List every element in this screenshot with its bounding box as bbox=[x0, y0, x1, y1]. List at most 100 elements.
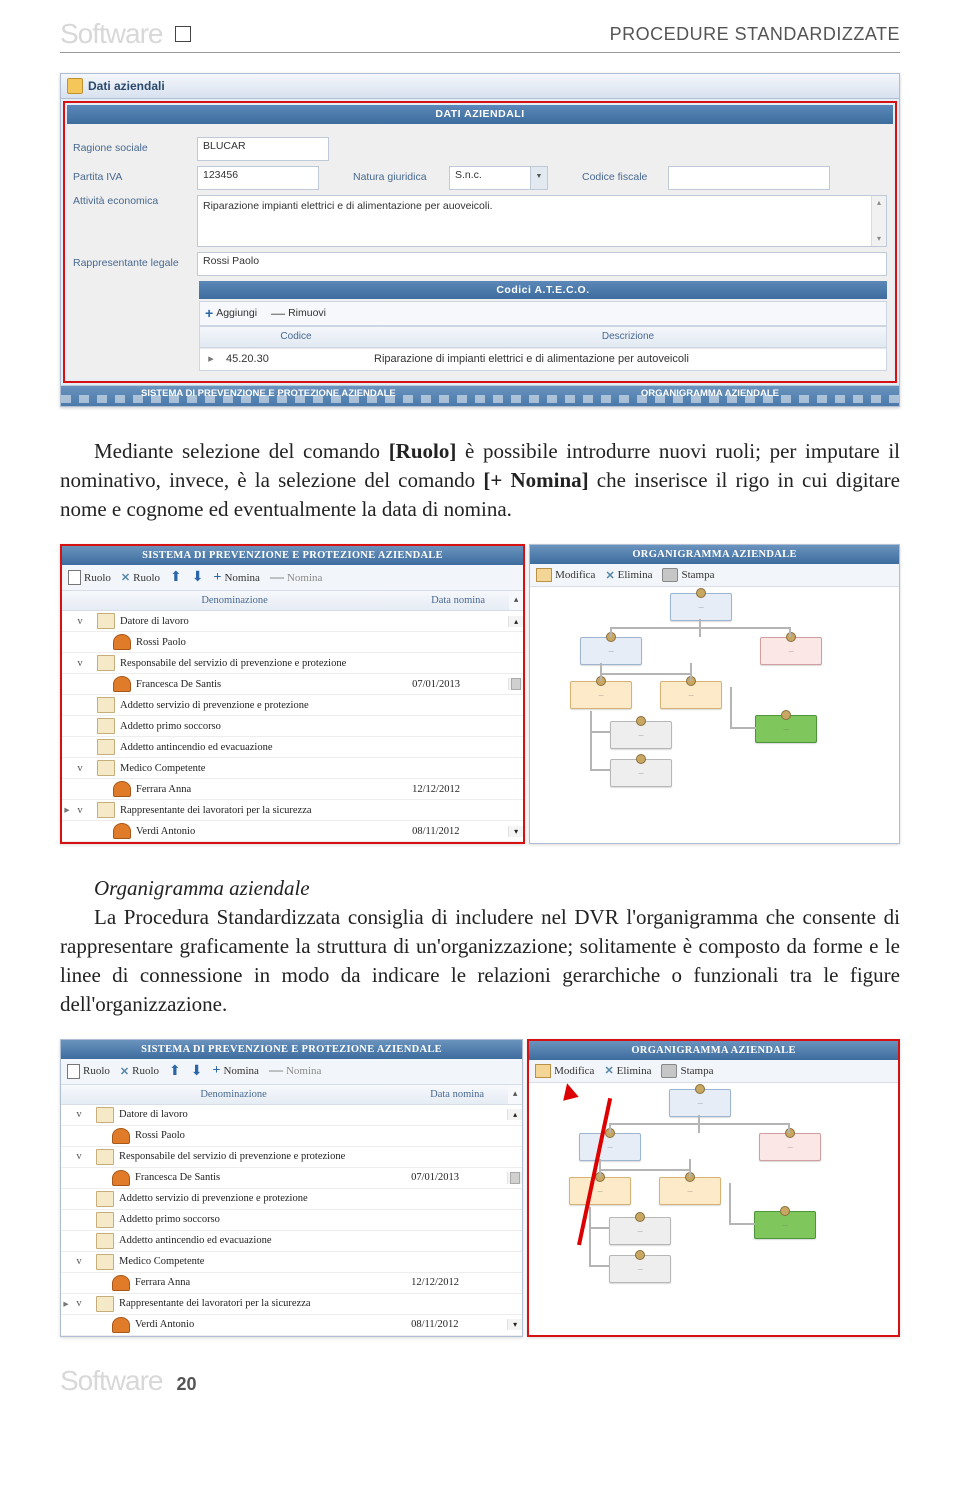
org-node[interactable]: — bbox=[660, 681, 722, 709]
expand-icon[interactable]: v bbox=[71, 1151, 87, 1162]
footer-brand: Software bbox=[60, 1367, 163, 1395]
org-node[interactable]: — bbox=[609, 1255, 671, 1283]
scrollbar[interactable]: ▴ bbox=[507, 1109, 522, 1120]
ruolo-delete-button[interactable]: ✕ Ruolo bbox=[120, 1065, 159, 1078]
col-sort-icon[interactable]: ▴ bbox=[508, 1085, 522, 1104]
scrollbar[interactable] bbox=[507, 1172, 522, 1184]
expand-icon[interactable]: v bbox=[71, 1256, 87, 1267]
org-node[interactable]: — bbox=[760, 637, 822, 665]
move-down-button[interactable]: ⬇ bbox=[191, 1063, 203, 1080]
tree-row[interactable]: ▸vRappresentante dei lavoratori per la s… bbox=[62, 800, 523, 821]
modifica-button[interactable]: Modifica bbox=[536, 568, 595, 582]
tree-row[interactable]: vDatore di lavoro▴ bbox=[61, 1105, 522, 1126]
org-node[interactable]: — bbox=[755, 715, 817, 743]
tree-row[interactable]: Addetto servizio di prevenzione e protez… bbox=[62, 695, 523, 716]
ruolo-new-button[interactable]: Ruolo bbox=[68, 570, 111, 585]
org-node[interactable]: — bbox=[569, 1177, 631, 1205]
col-sort-icon[interactable]: ▴ bbox=[509, 591, 523, 610]
org-node[interactable]: — bbox=[759, 1133, 821, 1161]
move-up-button[interactable]: ⬆ bbox=[169, 1063, 181, 1080]
tree-row[interactable]: Ferrara Anna12/12/2012 bbox=[61, 1273, 522, 1294]
expand-icon[interactable]: v bbox=[71, 1109, 87, 1120]
input-ragione-sociale[interactable]: BLUCAR bbox=[197, 137, 329, 161]
elimina-button[interactable]: ✕ Elimina bbox=[605, 569, 652, 582]
tree-row[interactable]: Francesca De Santis07/01/2013 bbox=[61, 1168, 522, 1189]
brand-text: Software bbox=[60, 18, 163, 49]
scroll-down-icon[interactable]: ▾ bbox=[877, 234, 881, 244]
input-rappresentante-legale[interactable]: Rossi Paolo bbox=[197, 252, 887, 276]
dropdown-arrow-icon[interactable]: ▼ bbox=[531, 166, 548, 190]
scrollbar[interactable]: ▾ bbox=[508, 826, 523, 837]
tree-row[interactable]: Addetto antincendio ed evacuazione bbox=[62, 737, 523, 758]
ruolo-delete-button[interactable]: ✕ Ruolo bbox=[121, 571, 160, 584]
row-date bbox=[408, 723, 508, 729]
scrollbar[interactable]: ▴ bbox=[508, 616, 523, 627]
org-node[interactable]: — bbox=[610, 721, 672, 749]
page-title: PROCEDURE STANDARDIZZATE bbox=[610, 24, 900, 45]
move-up-button[interactable]: ⬆ bbox=[170, 569, 182, 586]
org-node[interactable]: — bbox=[570, 681, 632, 709]
nomina-remove-button[interactable]: — Nomina bbox=[269, 1063, 321, 1079]
expand-icon[interactable]: v bbox=[71, 1298, 87, 1309]
tree-row[interactable]: vResponsabile del servizio di prevenzion… bbox=[62, 653, 523, 674]
stampa-button[interactable]: Stampa bbox=[661, 1064, 713, 1078]
tree-row[interactable]: Rossi Paolo bbox=[62, 632, 523, 653]
tree-row[interactable]: Francesca De Santis07/01/2013 bbox=[62, 674, 523, 695]
panel-left-title: SISTEMA DI PREVENZIONE E PROTEZIONE AZIE… bbox=[62, 546, 523, 565]
strip-right-label: ORGANIGRAMMA AZIENDALE bbox=[641, 388, 779, 399]
expand-icon[interactable]: v bbox=[72, 763, 88, 774]
row-label: Verdi Antonio bbox=[133, 1316, 407, 1333]
org-node[interactable]: — bbox=[669, 1089, 731, 1117]
tree-row[interactable]: Rossi Paolo bbox=[61, 1126, 522, 1147]
nomina-remove-button[interactable]: — Nomina bbox=[270, 570, 322, 586]
select-natura-giuridica[interactable]: S.n.c. bbox=[449, 166, 531, 190]
scroll-up-icon[interactable]: ▴ bbox=[877, 198, 881, 208]
label-ragione-sociale: Ragione sociale bbox=[73, 142, 191, 155]
expand-icon[interactable]: v bbox=[72, 658, 88, 669]
textarea-attivita-economica[interactable]: Riparazione impianti elettrici e di alim… bbox=[197, 195, 887, 247]
expand-icon[interactable]: v bbox=[72, 805, 88, 816]
stampa-button[interactable]: Stampa bbox=[662, 568, 714, 582]
cell-codice[interactable]: 45.20.30 bbox=[222, 349, 370, 370]
tree-row[interactable]: vMedico Competente bbox=[62, 758, 523, 779]
org-node[interactable]: — bbox=[610, 759, 672, 787]
cell-descrizione[interactable]: Riparazione di impianti elettrici e di a… bbox=[370, 349, 886, 370]
org-node[interactable]: — bbox=[659, 1177, 721, 1205]
org-node[interactable]: — bbox=[754, 1211, 816, 1239]
tree-row[interactable]: Verdi Antonio08/11/2012▾ bbox=[62, 821, 523, 842]
tree-row[interactable]: vMedico Competente bbox=[61, 1252, 522, 1273]
printer-icon bbox=[662, 568, 678, 582]
tree-row[interactable]: Ferrara Anna12/12/2012 bbox=[62, 779, 523, 800]
add-ateco-button[interactable]: + Aggiungi bbox=[205, 305, 257, 322]
role-card-icon bbox=[97, 655, 115, 671]
tree-row[interactable]: Addetto servizio di prevenzione e protez… bbox=[61, 1189, 522, 1210]
scrollbar[interactable]: ▾ bbox=[507, 1319, 522, 1330]
tree-row[interactable]: Verdi Antonio08/11/2012▾ bbox=[61, 1315, 522, 1336]
org-node[interactable]: — bbox=[670, 593, 732, 621]
input-codice-fiscale[interactable] bbox=[668, 166, 830, 190]
row-label: Ferrara Anna bbox=[134, 781, 408, 798]
input-partita-iva[interactable]: 123456 bbox=[197, 166, 319, 190]
org-node[interactable]: — bbox=[580, 637, 642, 665]
role-card-icon bbox=[97, 739, 115, 755]
org-node[interactable]: — bbox=[579, 1133, 641, 1161]
tree-row[interactable]: Addetto primo soccorso bbox=[62, 716, 523, 737]
tree-row[interactable]: Addetto primo soccorso bbox=[61, 1210, 522, 1231]
tree-row[interactable]: vResponsabile del servizio di prevenzion… bbox=[61, 1147, 522, 1168]
move-down-button[interactable]: ⬇ bbox=[192, 569, 204, 586]
page-footer: Software 20 bbox=[60, 1367, 900, 1395]
modifica-button[interactable]: Modifica bbox=[535, 1064, 594, 1078]
remove-ateco-button[interactable]: — Rimuovi bbox=[271, 305, 326, 322]
expand-icon[interactable]: v bbox=[72, 616, 88, 627]
ruolo-new-button[interactable]: Ruolo bbox=[67, 1064, 110, 1079]
nomina-add-button[interactable]: + Nomina bbox=[213, 1063, 259, 1079]
elimina-button[interactable]: ✕ Elimina bbox=[604, 1064, 651, 1077]
scrollbar[interactable] bbox=[508, 678, 523, 690]
tree-row[interactable]: ▸vRappresentante dei lavoratori per la s… bbox=[61, 1294, 522, 1315]
tree-row[interactable]: vDatore di lavoro▴ bbox=[62, 611, 523, 632]
tree-row[interactable]: Addetto antincendio ed evacuazione bbox=[61, 1231, 522, 1252]
panel-left-title: SISTEMA DI PREVENZIONE E PROTEZIONE AZIE… bbox=[61, 1040, 522, 1059]
nomina-add-button[interactable]: + Nomina bbox=[214, 570, 260, 586]
org-node[interactable]: — bbox=[609, 1217, 671, 1245]
label-rappresentante-legale: Rappresentante legale bbox=[73, 257, 191, 270]
